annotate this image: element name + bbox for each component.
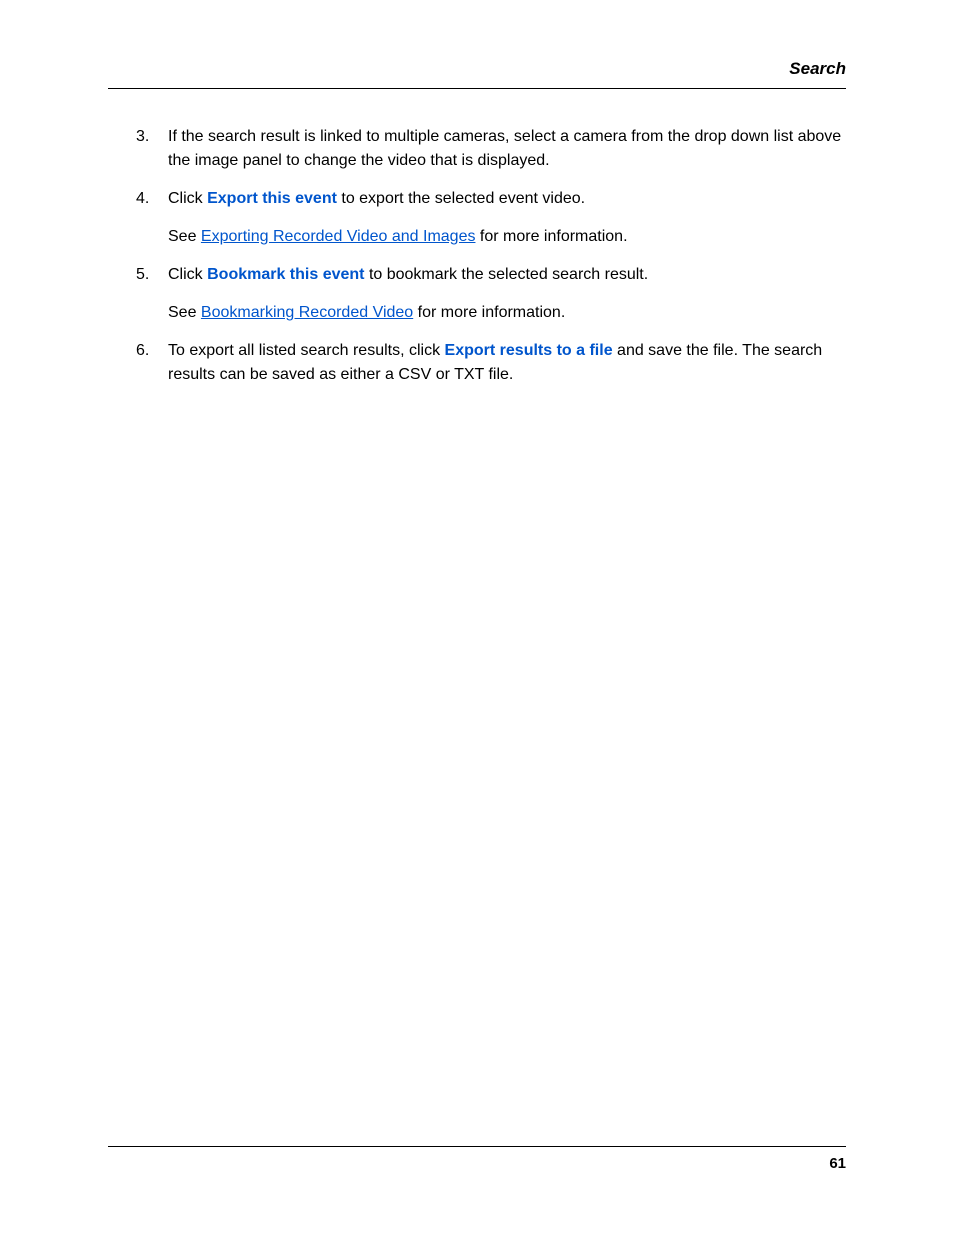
step-4: 4. Click Export this event to export the… [136,187,846,249]
bookmarking-recorded-video-link[interactable]: Bookmarking Recorded Video [201,304,413,321]
see-pre: See [168,304,201,321]
exporting-recorded-video-link[interactable]: Exporting Recorded Video and Images [201,228,476,245]
see-post: for more information. [413,304,565,321]
steps-list: 3. If the search result is linked to mul… [108,125,846,387]
step-see-also: See Exporting Recorded Video and Images … [168,225,846,249]
step-3: 3. If the search result is linked to mul… [136,125,846,173]
export-results-to-file-label: Export results to a file [445,342,613,359]
step-number: 4. [136,187,149,211]
step-see-also: See Bookmarking Recorded Video for more … [168,301,846,325]
step-text-pre: Click [168,190,207,207]
step-text-post: to export the selected event video. [337,190,585,207]
step-6: 6. To export all listed search results, … [136,339,846,387]
step-text-pre: Click [168,266,207,283]
page-header: Search [108,56,846,89]
step-text-post: to bookmark the selected search result. [365,266,649,283]
bookmark-this-event-label: Bookmark this event [207,266,364,283]
step-text-pre: To export all listed search results, cli… [168,342,445,359]
page-footer: 61 [108,1146,846,1176]
step-text: If the search result is linked to multip… [168,128,841,169]
see-pre: See [168,228,201,245]
header-title: Search [789,59,846,78]
step-number: 5. [136,263,149,287]
page-number: 61 [829,1155,846,1172]
see-post: for more information. [475,228,627,245]
step-number: 3. [136,125,149,149]
step-number: 6. [136,339,149,363]
export-this-event-label: Export this event [207,190,337,207]
step-5: 5. Click Bookmark this event to bookmark… [136,263,846,325]
